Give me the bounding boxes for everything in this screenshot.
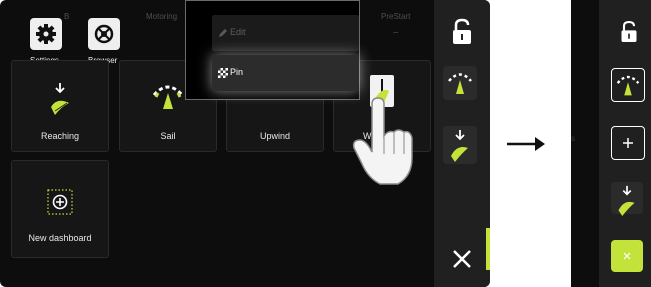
tile-label: New dashboard [28, 233, 92, 243]
pin-label: Pin [230, 67, 244, 77]
dashboard-screen-after: s [571, 0, 651, 287]
lock-open-icon[interactable] [619, 20, 639, 44]
close-icon [623, 252, 631, 260]
pencil-icon [219, 29, 227, 37]
accent-indicator [486, 228, 490, 270]
settings-button[interactable] [30, 18, 62, 50]
sail-shortcut-button[interactable] [611, 68, 645, 102]
sail-icon [152, 85, 184, 109]
browser-button[interactable] [88, 18, 120, 50]
tile-reaching[interactable]: Reaching [11, 60, 109, 152]
tab-prestart[interactable]: PreStart [381, 12, 410, 21]
sail-icon [616, 75, 640, 96]
sail-icon [448, 73, 472, 94]
tile-label: Sail [160, 131, 176, 141]
right-sidebar [434, 0, 490, 287]
reaching-shortcut-button[interactable] [611, 182, 643, 216]
reaching-icon [618, 185, 635, 216]
hand-pointer-icon [352, 97, 413, 185]
sail-shortcut-button[interactable] [443, 66, 477, 100]
reaching-icon [451, 130, 468, 162]
close-button[interactable] [611, 240, 643, 272]
gear-icon [36, 24, 56, 44]
tab-dim-b[interactable]: B [64, 12, 69, 21]
context-menu: Edit Pin [185, 0, 360, 100]
right-sidebar-after [599, 0, 651, 287]
reaching-icon [51, 83, 69, 115]
arrow-right-icon [507, 137, 545, 151]
dim-text: s [571, 134, 575, 143]
tile-label: Upwind [259, 131, 290, 141]
checker-icon [218, 68, 228, 78]
wifi-icon: ⌔ [392, 30, 400, 39]
browser-icon [94, 24, 114, 44]
add-dashboard-icon [47, 189, 73, 215]
lock-open-icon[interactable] [450, 18, 474, 46]
tab-motoring[interactable]: Motoring [146, 12, 177, 21]
edit-label: Edit [230, 27, 246, 37]
tile-label: Reaching [40, 131, 80, 141]
dashboard-screen: B Motoring PreStart ⌔ Settings [0, 0, 490, 287]
plus-icon [623, 138, 633, 148]
close-icon[interactable] [451, 248, 473, 270]
reaching-shortcut-button[interactable] [443, 126, 477, 164]
tile-new-dashboard[interactable]: New dashboard [11, 160, 109, 258]
edit-menu-item[interactable]: Edit [212, 15, 359, 51]
add-shortcut-button[interactable] [611, 126, 645, 160]
pin-menu-item[interactable]: Pin [212, 55, 359, 91]
